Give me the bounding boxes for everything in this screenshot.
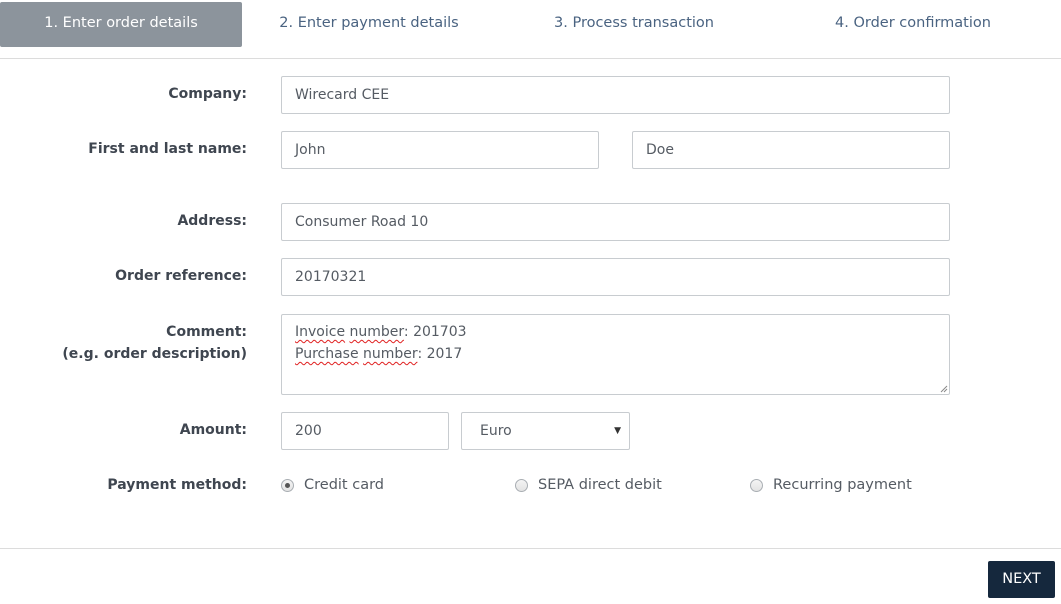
spellcheck-word: number	[363, 346, 418, 362]
comment-textarea[interactable]: Invoice number: 201703 Purchase number: …	[281, 314, 950, 395]
spellcheck-word: number	[349, 324, 404, 340]
amount-label: Amount:	[179, 422, 247, 438]
comment-line-2: Purchase number: 2017	[295, 343, 936, 365]
radio-button[interactable]	[750, 478, 763, 492]
step-process-transaction[interactable]: 3. Process transaction	[540, 2, 728, 47]
payment-option-label: SEPA direct debit	[538, 477, 662, 493]
first-name-input[interactable]: John	[281, 131, 599, 169]
address-input[interactable]: Consumer Road 10	[281, 203, 950, 241]
payment-option-recurring[interactable]: Recurring payment	[750, 474, 912, 496]
payment-option-credit-card[interactable]: Credit card	[281, 474, 384, 496]
address-label: Address:	[177, 213, 247, 229]
progress-steps: 1. Enter order details 2. Enter payment …	[0, 0, 1061, 59]
resize-grip-icon[interactable]	[940, 385, 948, 393]
name-label: First and last name:	[88, 141, 247, 157]
radio-button[interactable]	[515, 478, 528, 492]
step-enter-payment-details[interactable]: 2. Enter payment details	[272, 2, 466, 47]
amount-input[interactable]: 200	[281, 412, 449, 450]
comment-label: Comment: (e.g. order description)	[62, 321, 247, 365]
comment-line-1: Invoice number: 201703	[295, 321, 936, 343]
comment-label-line1: Comment:	[166, 324, 247, 340]
order-reference-label: Order reference:	[115, 268, 247, 284]
spellcheck-word: Purchase	[295, 346, 359, 362]
radio-button-checked[interactable]	[281, 478, 294, 492]
payment-option-label: Recurring payment	[773, 477, 912, 493]
step-order-confirmation[interactable]: 4. Order confirmation	[824, 2, 1002, 47]
company-input[interactable]: Wirecard CEE	[281, 76, 950, 114]
company-label: Company:	[168, 86, 247, 102]
comment-text: : 201703	[403, 324, 467, 340]
next-button[interactable]: NEXT	[988, 561, 1055, 598]
payment-option-sepa[interactable]: SEPA direct debit	[515, 474, 662, 496]
currency-select[interactable]: Euro ▼	[461, 412, 630, 450]
dropdown-arrow-icon: ▼	[614, 426, 621, 436]
payment-option-label: Credit card	[304, 477, 384, 493]
order-reference-input[interactable]: 20170321	[281, 258, 950, 296]
comment-text: : 2017	[417, 346, 463, 362]
comment-label-line2: (e.g. order description)	[62, 346, 247, 362]
footer-divider	[0, 548, 1061, 549]
payment-method-label: Payment method:	[107, 477, 247, 493]
step-enter-order-details[interactable]: 1. Enter order details	[0, 2, 242, 47]
currency-selected-value: Euro	[480, 423, 512, 439]
last-name-input[interactable]: Doe	[632, 131, 950, 169]
spellcheck-word: Invoice	[295, 324, 346, 340]
